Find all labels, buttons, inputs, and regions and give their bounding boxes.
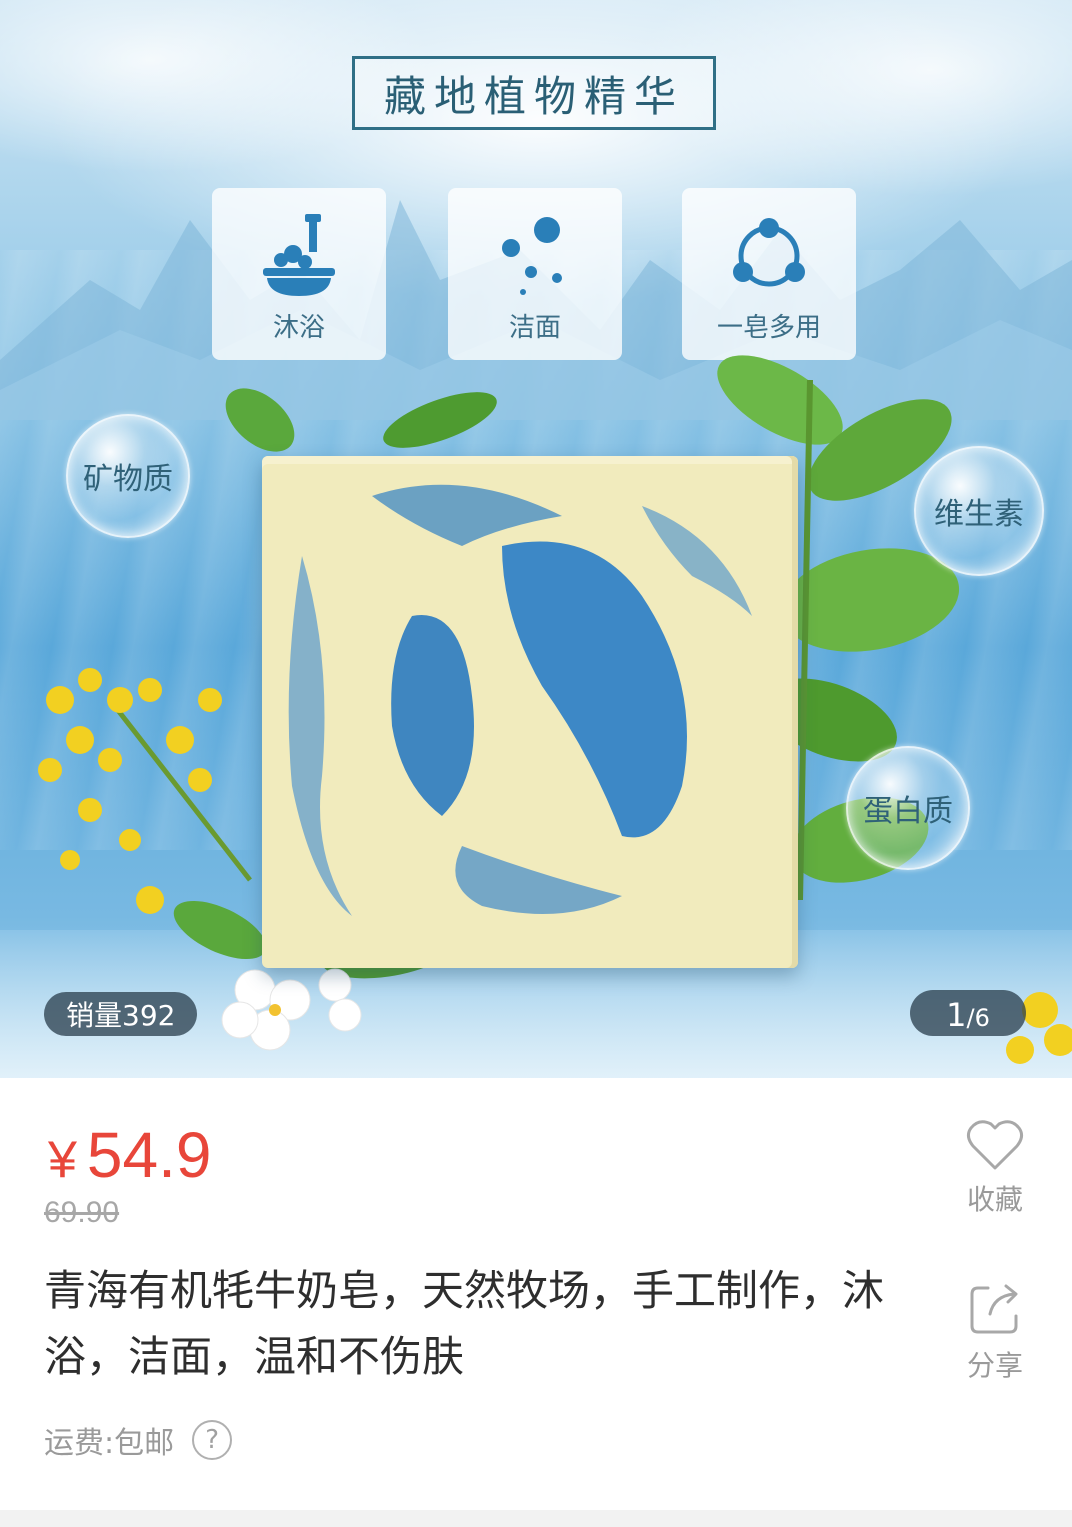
share-button[interactable]: 分享 [950, 1280, 1040, 1384]
price-value: 54.9 [86, 1119, 212, 1191]
heart-icon [966, 1120, 1024, 1170]
product-title: 青海有机牦牛奶皂，天然牧场，手工制作，沐浴，洁面，温和不伤肤 [44, 1266, 885, 1381]
bubble-vitamin-label: 维生素 [934, 497, 1024, 532]
bottom-divider [0, 1510, 1072, 1527]
original-price: 69.90 [44, 1196, 120, 1229]
shipping-info: 运费:包邮 ? [44, 1418, 233, 1462]
sales-count-badge: 销量392 [44, 992, 198, 1036]
sales-count-text: 销量392 [66, 999, 176, 1032]
share-icon [970, 1284, 1018, 1334]
bubble-protein: 蛋白质 [846, 746, 970, 870]
favorite-button[interactable]: 收藏 [950, 1118, 1040, 1218]
page-current: 1 [946, 996, 967, 1034]
help-icon[interactable]: ? [192, 1420, 233, 1460]
soap-bar-image [262, 456, 798, 968]
favorite-label: 收藏 [966, 1183, 1023, 1216]
product-image-carousel[interactable]: 藏地植物精华 沐浴 洁面 一皂多用 矿物质 维生素 蛋白质 销量392 1 /6 [0, 0, 1072, 1078]
currency-symbol: ¥ [48, 1131, 77, 1189]
bubble-mineral-label: 矿物质 [83, 462, 173, 497]
share-label: 分享 [966, 1349, 1023, 1382]
page-total: /6 [966, 1004, 990, 1032]
current-price: ¥ 54.9 [48, 1118, 211, 1192]
shipping-text: 运费:包邮 [44, 1426, 175, 1461]
bubble-mineral: 矿物质 [66, 414, 190, 538]
bubble-vitamin: 维生素 [914, 446, 1044, 576]
image-page-indicator: 1 /6 [910, 990, 1026, 1036]
bubble-protein-label: 蛋白质 [863, 794, 953, 829]
